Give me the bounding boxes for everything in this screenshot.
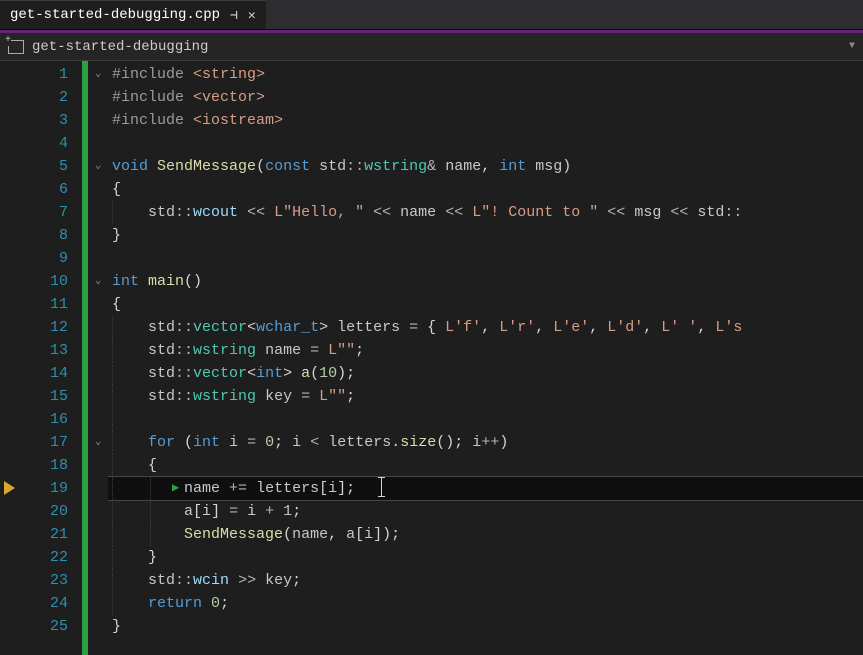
line-number-gutter[interactable]: 1234567891011121314151617181920212223242…	[22, 61, 82, 655]
fold-toggle	[88, 500, 108, 523]
code-line[interactable]: std::wcin >> key;	[108, 569, 863, 592]
fold-toggle	[88, 293, 108, 316]
fold-gutter[interactable]: ⌄ ⌄ ⌄ ⌄	[88, 61, 108, 655]
code-line[interactable]	[108, 132, 863, 155]
fold-toggle[interactable]: ⌄	[88, 431, 108, 454]
code-line[interactable]: std::wstring key = L"";	[108, 385, 863, 408]
line-number: 19	[22, 477, 68, 500]
file-tab[interactable]: get-started-debugging.cpp ⊣ ✕	[0, 0, 266, 29]
line-number: 5	[22, 155, 68, 178]
fold-toggle	[88, 523, 108, 546]
scope-name: get-started-debugging	[32, 39, 208, 55]
fold-toggle	[88, 546, 108, 569]
fold-toggle	[88, 477, 108, 500]
code-line[interactable]: return 0;	[108, 592, 863, 615]
chevron-down-icon[interactable]: ▼	[849, 41, 855, 52]
close-icon[interactable]: ✕	[248, 8, 256, 23]
line-number: 25	[22, 615, 68, 638]
fold-toggle	[88, 316, 108, 339]
code-area[interactable]: #include <string>#include <vector>#inclu…	[108, 61, 863, 655]
pin-icon[interactable]: ⊣	[230, 8, 238, 23]
fold-toggle	[88, 408, 108, 431]
fold-toggle	[88, 247, 108, 270]
line-number: 24	[22, 592, 68, 615]
fold-toggle	[88, 454, 108, 477]
fold-toggle	[88, 592, 108, 615]
tab-bar: get-started-debugging.cpp ⊣ ✕	[0, 0, 863, 30]
code-line[interactable]: #include <iostream>	[108, 109, 863, 132]
line-number: 18	[22, 454, 68, 477]
code-line[interactable]: }	[108, 615, 863, 638]
code-line[interactable]: std::wcout << L"Hello, " << name << L"! …	[108, 201, 863, 224]
code-line[interactable]: #include <vector>	[108, 86, 863, 109]
fold-toggle	[88, 178, 108, 201]
fold-toggle[interactable]: ⌄	[88, 63, 108, 86]
code-line[interactable]: void SendMessage(const std::wstring& nam…	[108, 155, 863, 178]
line-number: 7	[22, 201, 68, 224]
fold-toggle	[88, 109, 108, 132]
line-number: 2	[22, 86, 68, 109]
line-number: 13	[22, 339, 68, 362]
line-number: 8	[22, 224, 68, 247]
code-line[interactable]	[108, 408, 863, 431]
code-line[interactable]: {	[108, 293, 863, 316]
line-number: 14	[22, 362, 68, 385]
tab-filename: get-started-debugging.cpp	[10, 7, 220, 23]
fold-toggle	[88, 362, 108, 385]
code-line[interactable]: std::wstring name = L"";	[108, 339, 863, 362]
code-line[interactable]: for (int i = 0; i < letters.size(); i++)	[108, 431, 863, 454]
code-line[interactable]: {	[108, 454, 863, 477]
line-number: 1	[22, 63, 68, 86]
navigation-bar[interactable]: get-started-debugging ▼	[0, 33, 863, 61]
code-line[interactable]: {	[108, 178, 863, 201]
line-number: 9	[22, 247, 68, 270]
line-number: 12	[22, 316, 68, 339]
line-number: 23	[22, 569, 68, 592]
fold-toggle	[88, 201, 108, 224]
fold-toggle	[88, 224, 108, 247]
fold-toggle	[88, 339, 108, 362]
current-statement-arrow-icon	[4, 481, 15, 495]
text-cursor	[381, 478, 382, 496]
line-number: 10	[22, 270, 68, 293]
scope-icon	[8, 40, 24, 54]
fold-toggle	[88, 132, 108, 155]
fold-toggle[interactable]: ⌄	[88, 155, 108, 178]
code-line[interactable]: SendMessage(name, a[i]);	[108, 523, 863, 546]
fold-toggle	[88, 569, 108, 592]
code-line[interactable]: #include <string>	[108, 63, 863, 86]
line-number: 11	[22, 293, 68, 316]
code-line[interactable]	[108, 247, 863, 270]
code-line[interactable]: int main()	[108, 270, 863, 293]
fold-toggle[interactable]: ⌄	[88, 270, 108, 293]
line-number: 15	[22, 385, 68, 408]
code-line[interactable]: a[i] = i + 1;	[108, 500, 863, 523]
code-line[interactable]: }	[108, 224, 863, 247]
code-line[interactable]: }	[108, 546, 863, 569]
line-number: 21	[22, 523, 68, 546]
line-number: 16	[22, 408, 68, 431]
code-line[interactable]: std::vector<int> a(10);	[108, 362, 863, 385]
fold-toggle	[88, 86, 108, 109]
line-number: 6	[22, 178, 68, 201]
line-number: 17	[22, 431, 68, 454]
glyph-margin[interactable]	[0, 61, 22, 655]
line-number: 20	[22, 500, 68, 523]
code-line[interactable]: std::vector<wchar_t> letters = { L'f', L…	[108, 316, 863, 339]
fold-toggle	[88, 615, 108, 638]
line-number: 4	[22, 132, 68, 155]
code-line[interactable]: ▶ name += letters[i];	[108, 477, 863, 500]
fold-toggle	[88, 385, 108, 408]
step-into-icon[interactable]: ▶	[172, 477, 179, 500]
line-number: 3	[22, 109, 68, 132]
code-editor[interactable]: 1234567891011121314151617181920212223242…	[0, 61, 863, 655]
line-number: 22	[22, 546, 68, 569]
